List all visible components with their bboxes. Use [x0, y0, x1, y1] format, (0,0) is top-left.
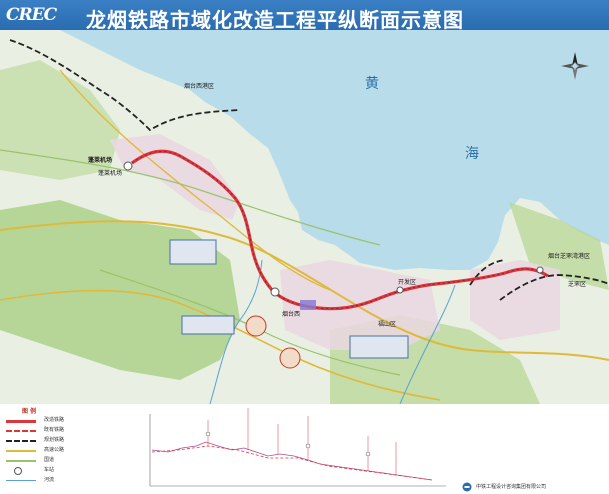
legend: 图 例 改造铁路 既有铁路 规划铁路 高速公路 国道 车站 河流 [4, 406, 72, 492]
sea-label-2: 海 [465, 146, 479, 162]
company-name: 中铁工程设计咨询集团有限公司 [476, 484, 547, 490]
urban-area-zhifu [470, 260, 560, 340]
sea-label-1: 黄 [365, 75, 379, 92]
legend-label: 规划铁路 [44, 437, 65, 443]
place-label-zhifu-port: 烟台芝罘湾港区 [548, 252, 590, 260]
legend-item: 规划铁路 [4, 436, 72, 445]
longitudinal-profile [149, 408, 446, 487]
legend-title: 图 例 [22, 408, 37, 415]
legend-station-icon [14, 467, 22, 475]
legend-item: 国道 [4, 456, 72, 465]
station-development [396, 286, 404, 294]
station-zhifu [536, 266, 544, 274]
company-footer: 中铁工程设计咨询集团有限公司 [462, 482, 608, 494]
station-yantai-west [270, 287, 280, 297]
legend-swatch [6, 450, 36, 452]
place-label-zhifu: 芝罘区 [568, 280, 586, 288]
station-airport [123, 161, 133, 171]
station-label-yantai-west: 烟台西 [282, 310, 300, 318]
title-bar: CREC 龙烟铁路市域化改造工程平纵断面示意图 [0, 0, 609, 32]
legend-label: 既有铁路 [44, 427, 65, 433]
legend-item: 车站 [4, 466, 72, 475]
legend-swatch [6, 480, 36, 481]
legend-item: 高速公路 [4, 446, 72, 455]
route-map: 黄 海 蓬莱机场 烟台西港区 开发区 福山区 芝罘区 烟台芝罘湾港区 蓬莱机场 … [0, 30, 609, 404]
crec-logo: CREC [6, 5, 57, 25]
legend-swatch [6, 440, 36, 442]
station-label-airport: 蓬莱机场 [98, 169, 122, 177]
legend-swatch [6, 420, 36, 423]
port-marker [300, 300, 316, 310]
legend-item: 改造铁路 [4, 416, 72, 425]
photo-inset-1 [169, 239, 217, 265]
legend-label: 高速公路 [44, 447, 65, 453]
legend-swatch [6, 430, 36, 432]
legend-label: 改造铁路 [44, 417, 65, 423]
legend-swatch [6, 460, 36, 462]
place-label-development: 开发区 [398, 278, 416, 286]
rail-profile-line [151, 445, 433, 481]
photo-inset-3 [349, 335, 409, 359]
legend-item: 河流 [4, 476, 72, 485]
legend-label: 车站 [44, 467, 55, 473]
legend-item: 既有铁路 [4, 426, 72, 435]
photo-inset-circle-1 [245, 315, 267, 337]
profile-station-icon [205, 431, 211, 437]
place-label-airport: 蓬莱机场 [88, 156, 112, 164]
photo-inset-2 [181, 315, 235, 335]
page-title: 龙烟铁路市域化改造工程平纵断面示意图 [86, 8, 464, 32]
bottom-panel: 图 例 改造铁路 既有铁路 规划铁路 高速公路 国道 车站 河流 中铁工程设计咨… [0, 404, 609, 494]
photo-inset-circle-2 [279, 347, 301, 369]
legend-label: 国道 [44, 457, 55, 463]
place-label-west-port: 烟台西港区 [184, 82, 214, 90]
place-label-fushan: 福山区 [378, 320, 396, 328]
legend-label: 河流 [44, 477, 55, 483]
profile-station-icon [365, 451, 371, 457]
map-figure: CREC 龙烟铁路市域化改造工程平纵断面示意图 黄 海 蓬莱机场 烟台西港区 开… [0, 0, 609, 494]
company-logo-icon [462, 482, 472, 492]
profile-station-icon [305, 443, 311, 449]
